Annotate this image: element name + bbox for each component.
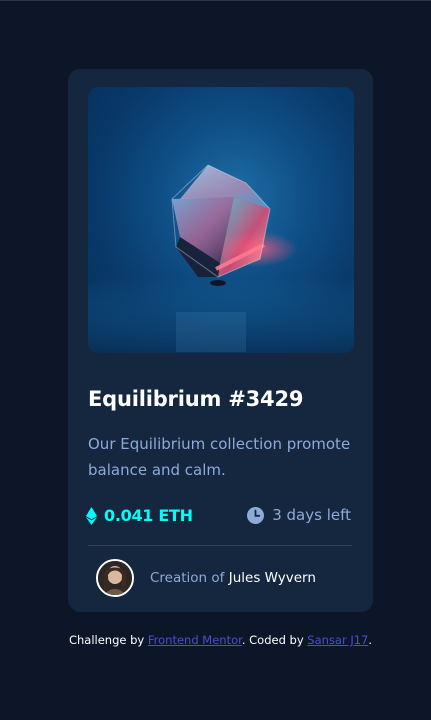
- attribution-prefix: Challenge by: [68, 633, 145, 647]
- author-link[interactable]: Sansar J17: [307, 633, 368, 647]
- equilibrium-cube-image: [88, 164, 354, 353]
- avatar: [96, 559, 134, 597]
- time-left-label: 3 days left: [272, 506, 351, 524]
- ethereum-icon: [86, 506, 97, 525]
- frontend-mentor-link[interactable]: Frontend Mentor: [148, 633, 242, 647]
- creator: Creation of Jules Wyvern: [96, 559, 316, 597]
- time-left: 3 days left: [247, 506, 351, 524]
- nft-card: Equilibrium #3429 Our Equilibrium collec…: [68, 69, 373, 612]
- nft-title[interactable]: Equilibrium #3429: [88, 387, 303, 411]
- creator-text: Creation of Jules Wyvern: [150, 570, 316, 586]
- top-border: [0, 0, 431, 1]
- attribution: Challenge by Frontend Mentor. Coded by S…: [0, 633, 431, 647]
- nft-image[interactable]: [88, 87, 354, 353]
- creator-avatar-image: [98, 561, 132, 595]
- attribution-middle: . Coded by: [241, 633, 304, 647]
- attribution-suffix: .: [368, 633, 373, 647]
- creator-name-link[interactable]: Jules Wyvern: [229, 570, 316, 586]
- creator-prefix: Creation of: [150, 570, 225, 586]
- clock-icon: [247, 506, 265, 524]
- divider: [88, 545, 352, 546]
- price-value: 0.041 ETH: [104, 506, 193, 525]
- price: 0.041 ETH: [86, 506, 193, 525]
- nft-description: Our Equilibrium collection promote balan…: [88, 435, 351, 479]
